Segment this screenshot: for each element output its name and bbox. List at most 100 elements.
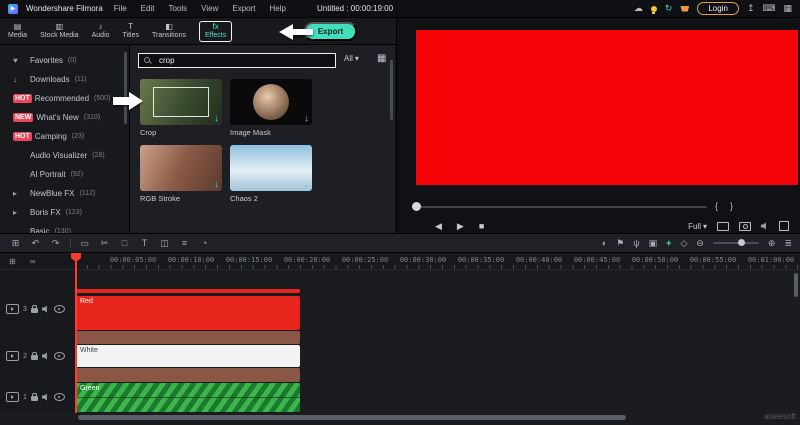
cut-icon[interactable]: ✂	[97, 237, 112, 249]
timeline-zoom-slider[interactable]	[712, 239, 759, 246]
search-input[interactable]	[157, 55, 321, 66]
effect-card-rgb-stroke[interactable]: ↓ RGB Stroke	[140, 145, 222, 203]
mute-icon[interactable]	[41, 305, 47, 313]
keyboard-icon[interactable]: ⌨	[762, 4, 775, 13]
download-effect-icon[interactable]: ↓	[304, 180, 309, 190]
voiceover-icon[interactable]: ψ	[633, 237, 639, 249]
share-icon[interactable]: ↥	[747, 4, 755, 13]
menu-edit[interactable]: Edit	[138, 4, 158, 13]
cloud-icon[interactable]: ☁	[634, 4, 643, 13]
download-effect-icon[interactable]: ↓	[214, 114, 219, 124]
tab-titles[interactable]: T Titles	[123, 22, 139, 40]
tips-bulb-icon[interactable]	[650, 5, 657, 14]
clip-audio-strip[interactable]	[75, 368, 300, 382]
track-1-header[interactable]: 1	[6, 392, 65, 402]
tab-media[interactable]: ▤ Media	[8, 22, 27, 40]
lock-icon[interactable]	[30, 305, 38, 313]
sidebar-scrollbar[interactable]	[124, 52, 127, 124]
tab-stock-media[interactable]: ▥ Stock Media	[40, 22, 79, 40]
track-3-header[interactable]: 3	[6, 304, 65, 314]
effect-card-image-mask[interactable]: ↓ Image Mask	[230, 79, 312, 137]
sidebar-item-boris-fx[interactable]: ▸ Boris FX (123)	[0, 203, 129, 222]
timeline-ruler[interactable]: 00:00:05:00 00:00:10:00 00:00:15:00 00:0…	[75, 253, 800, 270]
device-preview-icon[interactable]: ▭	[77, 237, 92, 249]
fullscreen-icon[interactable]	[779, 221, 789, 231]
menu-help[interactable]: Help	[266, 4, 288, 13]
motion-track-icon[interactable]: +	[666, 237, 671, 249]
sidebar-item-basic[interactable]: Basic (130)	[0, 222, 129, 233]
resolution-dropdown[interactable]: Full ▾	[688, 222, 707, 231]
sidebar-item-favorites[interactable]: ♥ Favorites (0)	[0, 51, 129, 70]
video-preview[interactable]	[416, 30, 798, 185]
sidebar-item-recommended[interactable]: HOT Recommended (500)	[0, 89, 129, 108]
sidebar-item-newblue-fx[interactable]: ▸ NewBlue FX (112)	[0, 184, 129, 203]
stop-button[interactable]: ■	[479, 221, 484, 231]
menu-view[interactable]: View	[198, 4, 221, 13]
track-height-icon[interactable]: ≣	[784, 237, 792, 249]
clip-white[interactable]: White	[75, 345, 300, 367]
track-2-header[interactable]: 2	[6, 351, 65, 361]
speed-icon[interactable]: ◔	[197, 237, 212, 249]
snapshot-icon[interactable]	[739, 221, 751, 231]
zoom-in-icon[interactable]: ⊕	[768, 237, 776, 249]
menu-tools[interactable]: Tools	[165, 4, 190, 13]
mute-icon[interactable]	[41, 352, 47, 360]
zoom-out-icon[interactable]: ⊖	[696, 237, 704, 249]
rgb-stroke-thumbnail[interactable]: ↓	[140, 145, 222, 191]
redo-icon[interactable]: ↷	[48, 237, 63, 249]
search-box[interactable]	[138, 53, 336, 68]
download-effect-icon[interactable]: ↓	[214, 180, 219, 190]
marker-icon[interactable]: ⚑	[616, 237, 624, 249]
playhead-line[interactable]	[75, 253, 77, 413]
workspace-icon[interactable]: ⊞	[8, 237, 23, 249]
seek-handle[interactable]	[412, 202, 421, 211]
lock-icon[interactable]	[30, 393, 38, 401]
sidebar-item-ai-portrait[interactable]: AI Portrait (92)	[0, 165, 129, 184]
effect-card-crop[interactable]: ↓ Crop	[140, 79, 222, 137]
tab-effects[interactable]: fx Effects	[198, 20, 233, 42]
timeline-horizontal-scrollbar[interactable]	[78, 415, 626, 420]
play-button[interactable]: ▶	[457, 221, 464, 231]
mute-icon[interactable]	[41, 393, 47, 401]
manage-tracks-icon[interactable]: ⊞	[9, 257, 16, 266]
clip-green[interactable]: Green	[75, 383, 300, 412]
menu-export[interactable]: Export	[229, 4, 258, 13]
chaos-2-thumbnail[interactable]: ↓	[230, 145, 312, 191]
mark-in-icon[interactable]: {	[715, 201, 718, 211]
visibility-icon[interactable]	[53, 393, 65, 401]
effect-card-chaos-2[interactable]: ↓ Chaos 2	[230, 145, 312, 203]
clip-red[interactable]: Red	[75, 296, 300, 330]
visibility-icon[interactable]	[53, 352, 65, 360]
sync-icon[interactable]: ↻	[665, 4, 673, 13]
split-icon[interactable]: ◫	[157, 237, 172, 249]
speaker-icon[interactable]	[761, 222, 766, 230]
tab-transitions[interactable]: ◧ Transitions	[152, 22, 186, 40]
cart-icon[interactable]	[680, 5, 690, 12]
crop-tool-icon[interactable]: □	[117, 237, 132, 249]
crop-thumbnail[interactable]: ↓	[140, 79, 222, 125]
sidebar-item-whats-new[interactable]: NEW What's New (310)	[0, 108, 129, 127]
fit-screen-icon[interactable]	[717, 221, 729, 231]
mark-out-icon[interactable]: }	[730, 201, 733, 211]
login-button[interactable]: Login	[697, 2, 739, 15]
previous-frame-button[interactable]: ◀	[435, 221, 442, 231]
text-tool-icon[interactable]: T	[137, 237, 152, 249]
filter-dropdown[interactable]: All ▾	[344, 54, 359, 63]
menu-file[interactable]: File	[111, 4, 130, 13]
audio-mixer-icon[interactable]: ≡	[177, 237, 192, 249]
sidebar-item-camping[interactable]: HOT Camping (23)	[0, 127, 129, 146]
color-icon[interactable]: ◐	[602, 237, 607, 249]
visibility-icon[interactable]	[53, 305, 65, 313]
layout-icon[interactable]: ▦	[783, 4, 792, 13]
link-icon[interactable]: ∞	[30, 257, 36, 266]
lock-icon[interactable]	[30, 352, 38, 360]
download-effect-icon[interactable]: ↓	[304, 114, 309, 124]
seek-bar[interactable]	[415, 206, 707, 208]
clip-audio-strip[interactable]	[75, 331, 300, 344]
tab-audio[interactable]: ♪ Audio	[92, 22, 110, 40]
timeline-vertical-scrollbar[interactable]	[794, 273, 798, 297]
screen-record-icon[interactable]: ▣	[649, 237, 658, 249]
sidebar-item-audio-visualizer[interactable]: Audio Visualizer (28)	[0, 146, 129, 165]
sidebar-item-downloads[interactable]: ↓ Downloads (11)	[0, 70, 129, 89]
grid-view-icon[interactable]: ▦	[377, 54, 386, 64]
